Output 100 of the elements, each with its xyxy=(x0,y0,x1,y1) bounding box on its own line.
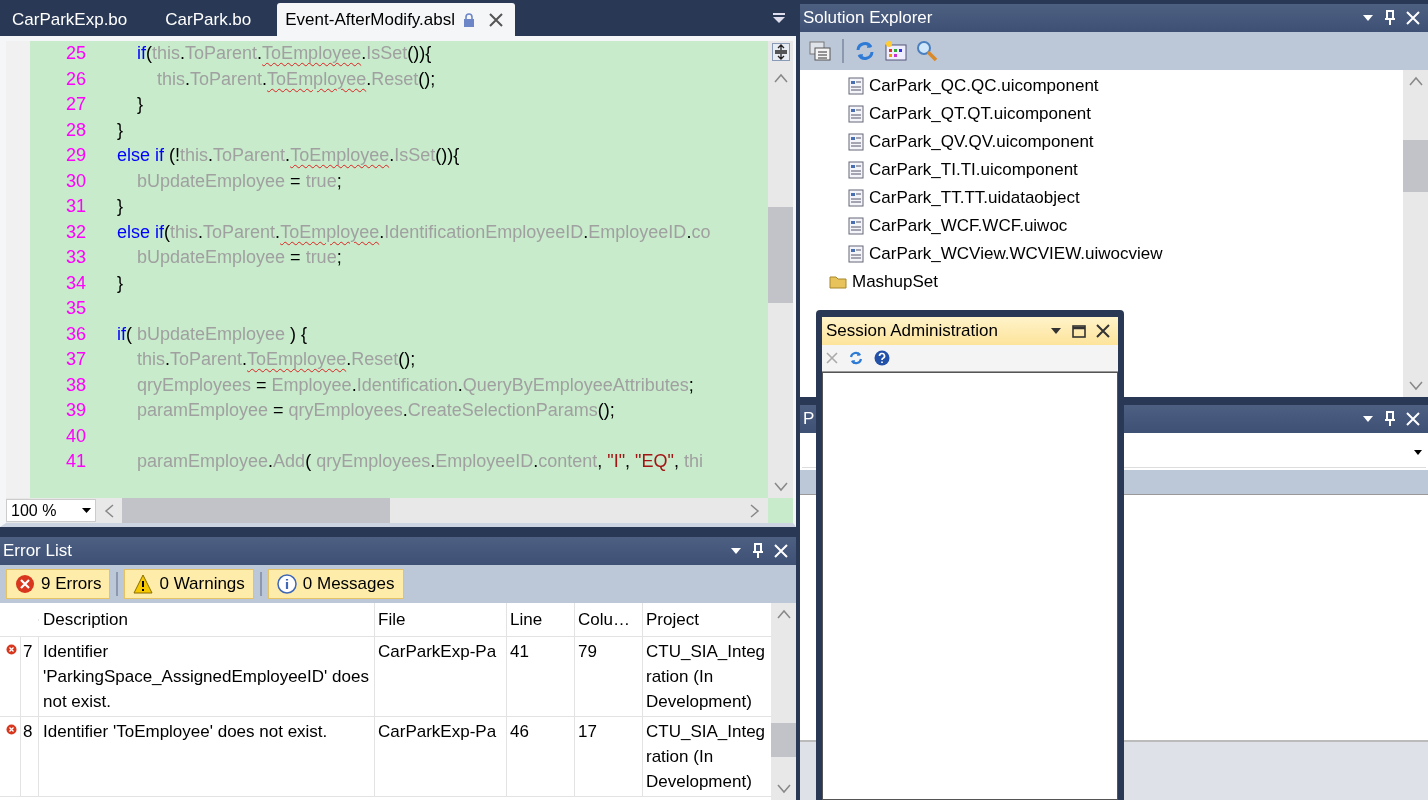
code-line: paramEmployee = qryEmployees.CreateSelectionParams(); xyxy=(136,400,615,422)
refresh-icon[interactable] xyxy=(854,40,876,62)
error-icon xyxy=(6,644,17,655)
dropdown-icon[interactable] xyxy=(730,547,742,555)
tree-item[interactable]: CarPark_QT.QT.uicomponent xyxy=(800,100,1403,128)
table-cell: 79 xyxy=(575,637,643,716)
code-line: bUpdateEmployee = true; xyxy=(136,247,342,269)
code-line: } xyxy=(117,119,123,141)
scrollbar-thumb[interactable] xyxy=(771,723,796,757)
window-title: Session Administration xyxy=(826,321,999,341)
form-file-icon xyxy=(848,77,864,95)
scroll-up-icon[interactable] xyxy=(776,609,791,619)
error-icon xyxy=(15,574,35,594)
form-file-icon xyxy=(848,245,864,263)
tree-item[interactable]: CarPark_QV.QV.uicomponent xyxy=(800,128,1403,156)
tree-item[interactable]: CarPark_TI.TI.uicomponent xyxy=(800,156,1403,184)
code-line: paramEmployee.Add( qryEmployees.EmployeeID.content, "I", "EQ", thi xyxy=(136,451,703,473)
dropdown-icon xyxy=(82,508,91,513)
dropdown-icon[interactable] xyxy=(1050,327,1062,335)
scroll-down-icon[interactable] xyxy=(1408,381,1423,391)
table-cell: CarParkExp-Pa xyxy=(375,717,507,796)
code-line: bUpdateEmployee = true; xyxy=(136,170,342,192)
scroll-right-icon[interactable] xyxy=(750,503,760,518)
tree-item[interactable]: CarPark_QC.QC.uicomponent xyxy=(800,72,1403,100)
column-header[interactable]: File xyxy=(375,603,507,636)
line-number: 33 xyxy=(64,247,86,269)
scroll-left-icon[interactable] xyxy=(104,503,114,518)
scroll-down-icon[interactable] xyxy=(773,482,788,492)
table-cell: 46 xyxy=(507,717,575,796)
table-cell: 8 xyxy=(21,717,39,796)
scroll-down-icon[interactable] xyxy=(776,784,791,794)
table-cell: CarParkExp-Pa xyxy=(375,637,507,716)
document-tab[interactable]: CarPark.bo xyxy=(153,3,264,36)
vertical-scrollbar[interactable] xyxy=(1403,70,1428,397)
line-number: 30 xyxy=(64,170,86,192)
vertical-scrollbar[interactable] xyxy=(768,41,793,498)
code-line: else if (!this.ToParent.ToEmployee.IsSet()){ xyxy=(117,145,460,167)
document-tab[interactable]: Event-AfterModify.absl xyxy=(277,3,516,36)
line-number: 34 xyxy=(64,272,86,294)
filter-button[interactable]: 0 Messages xyxy=(267,569,404,599)
scrollbar-corner xyxy=(768,498,793,523)
tree-item[interactable]: CarPark_WCF.WCF.uiwoc xyxy=(800,212,1403,240)
form-file-icon xyxy=(848,161,864,179)
properties-icon[interactable] xyxy=(808,40,832,62)
column-header[interactable]: Project xyxy=(643,603,771,636)
panel-title: P xyxy=(803,409,816,429)
help-icon[interactable] xyxy=(874,350,890,366)
line-number: 28 xyxy=(64,119,86,141)
pin-icon[interactable] xyxy=(752,543,764,559)
form-file-icon xyxy=(848,189,864,207)
code-line: qryEmployees = Employee.Identification.QueryByEmployeeAttributes; xyxy=(136,374,694,396)
panel-title: Error List xyxy=(3,541,73,561)
table-cell-text: CTU_SIA_Integration (In Development) xyxy=(645,721,767,793)
maximize-icon[interactable] xyxy=(1072,324,1086,338)
dropdown-icon[interactable] xyxy=(1362,14,1374,22)
table-cell: 41 xyxy=(507,637,575,716)
code-line: if( bUpdateEmployee ) { xyxy=(117,323,308,345)
scrollbar-thumb[interactable] xyxy=(122,498,390,523)
close-icon[interactable] xyxy=(1096,324,1110,338)
search-icon[interactable] xyxy=(916,40,938,62)
code-line: } xyxy=(136,94,143,116)
tab-list-icon[interactable] xyxy=(772,12,786,24)
scrollbar-thumb[interactable] xyxy=(1403,140,1428,192)
pin-icon[interactable] xyxy=(1384,411,1396,427)
column-header[interactable]: Line xyxy=(507,603,575,636)
line-number: 39 xyxy=(64,400,86,422)
dropdown-icon xyxy=(1414,449,1422,455)
line-number: 40 xyxy=(64,425,86,447)
delete-icon[interactable] xyxy=(826,352,838,364)
scroll-up-icon[interactable] xyxy=(1408,76,1423,86)
filter-button[interactable]: 0 Warnings xyxy=(124,569,254,599)
scrollbar-thumb[interactable] xyxy=(768,207,793,303)
table-cell: 7 xyxy=(21,637,39,716)
code-line: else if(this.ToParent.ToEmployee.IdentificationEmployeeID.EmployeeID.co xyxy=(117,221,711,243)
code-line: } xyxy=(117,196,123,218)
pin-icon[interactable] xyxy=(1384,10,1396,26)
line-number: 37 xyxy=(64,349,86,371)
close-icon[interactable] xyxy=(489,12,504,27)
form-file-icon xyxy=(848,105,864,123)
dropdown-icon[interactable] xyxy=(1362,415,1374,423)
line-number: 32 xyxy=(64,221,86,243)
line-number: 26 xyxy=(64,68,86,90)
tree-item[interactable]: CarPark_WCView.WCVIEW.uiwocview xyxy=(800,240,1403,268)
column-header[interactable]: Description xyxy=(39,603,375,636)
zoom-combo[interactable]: 100 % xyxy=(6,499,96,522)
filter-button[interactable]: 9 Errors xyxy=(6,569,111,599)
scroll-up-icon[interactable] xyxy=(773,73,788,83)
table-cell-text: CTU_SIA_Integration (In Development) xyxy=(645,641,767,713)
document-tab[interactable]: CarParkExp.bo xyxy=(0,3,140,36)
code-line: this.ToParent.ToEmployee.Reset(); xyxy=(136,349,416,371)
line-number: 27 xyxy=(64,94,86,116)
vertical-scrollbar[interactable] xyxy=(771,603,796,800)
grid-icon[interactable] xyxy=(884,40,908,62)
refresh-icon[interactable] xyxy=(848,350,864,366)
tree-item[interactable]: MashupSet xyxy=(800,268,1403,296)
column-header[interactable]: Colu… xyxy=(575,603,643,636)
code-line: if(this.ToParent.ToEmployee.IsSet()){ xyxy=(136,43,432,65)
table-cell: Identifier 'ToEmployee' does not exist. xyxy=(39,717,375,796)
tree-item[interactable]: CarPark_TT.TT.uidataobject xyxy=(800,184,1403,212)
split-icon[interactable] xyxy=(771,43,790,61)
